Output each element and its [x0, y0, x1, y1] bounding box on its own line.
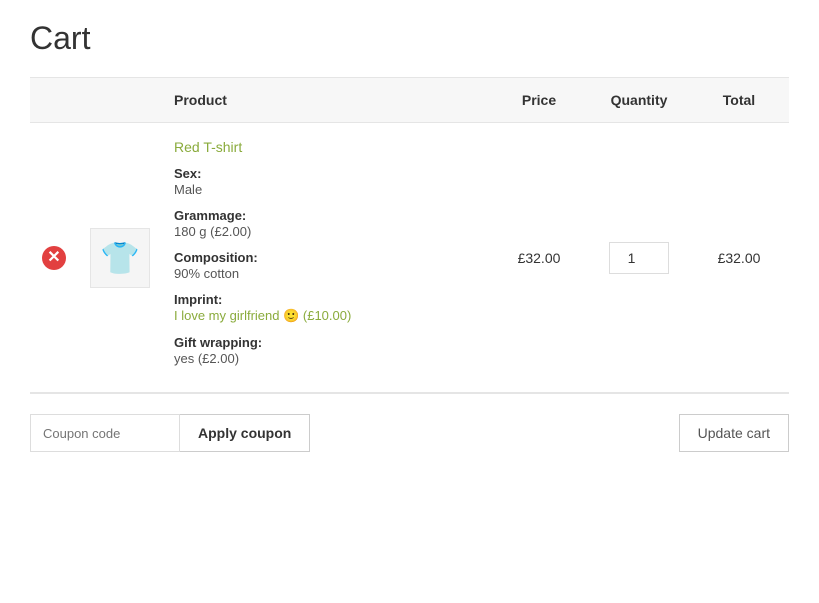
attr-label-grammage: Grammage:: [174, 208, 246, 223]
attr-value-imprint: I love my girlfriend 🙂 (£10.00): [174, 308, 351, 323]
product-attr-imprint: Imprint: I love my girlfriend 🙂 (£10.00): [174, 291, 477, 324]
col-header-thumb: [78, 78, 162, 123]
coupon-code-input[interactable]: [30, 414, 180, 452]
product-price: £32.00: [518, 250, 561, 266]
col-header-quantity: Quantity: [589, 78, 689, 123]
page-title: Cart: [30, 20, 789, 57]
product-attr-grammage: Grammage: 180 g (£2.00): [174, 207, 477, 239]
product-image-emoji: 👕: [100, 239, 140, 277]
table-row: ✕ 👕 Red T-shirt Sex: Male Grammage: 1: [30, 123, 789, 393]
table-header-row: Product Price Quantity Total: [30, 78, 789, 123]
attr-value-giftwrapping: yes (£2.00): [174, 351, 239, 366]
product-thumbnail: 👕: [90, 228, 150, 288]
col-header-total: Total: [689, 78, 789, 123]
total-cell: £32.00: [689, 123, 789, 393]
product-total: £32.00: [718, 250, 761, 266]
product-details-cell: Red T-shirt Sex: Male Grammage: 180 g (£…: [162, 123, 489, 393]
quantity-input[interactable]: [609, 242, 669, 274]
page-container: Cart Product Price Quantity Total ✕ 👕: [0, 0, 819, 482]
coupon-row: Apply coupon Update cart: [30, 393, 789, 462]
coupon-left-section: Apply coupon: [30, 414, 310, 452]
product-attr-composition: Composition: 90% cotton: [174, 249, 477, 281]
attr-label-sex: Sex:: [174, 166, 201, 181]
attr-value-grammage: 180 g (£2.00): [174, 224, 251, 239]
product-name-link[interactable]: Red T-shirt: [174, 139, 477, 155]
remove-item-button[interactable]: ✕: [42, 246, 66, 270]
product-attr-sex: Sex: Male: [174, 165, 477, 197]
quantity-cell: [589, 123, 689, 393]
product-attr-giftwrapping: Gift wrapping: yes (£2.00): [174, 334, 477, 366]
attr-label-imprint: Imprint:: [174, 292, 222, 307]
col-header-product: Product: [162, 78, 489, 123]
price-cell: £32.00: [489, 123, 589, 393]
col-header-remove: [30, 78, 78, 123]
cart-table: Product Price Quantity Total ✕ 👕 Red T-s…: [30, 77, 789, 393]
attr-value-composition: 90% cotton: [174, 266, 239, 281]
attr-label-composition: Composition:: [174, 250, 258, 265]
thumbnail-cell: 👕: [78, 123, 162, 393]
attr-value-sex: Male: [174, 182, 202, 197]
col-header-price: Price: [489, 78, 589, 123]
update-cart-button[interactable]: Update cart: [679, 414, 789, 452]
remove-cell: ✕: [30, 123, 78, 393]
attr-label-giftwrapping: Gift wrapping:: [174, 335, 262, 350]
apply-coupon-button[interactable]: Apply coupon: [180, 414, 310, 452]
